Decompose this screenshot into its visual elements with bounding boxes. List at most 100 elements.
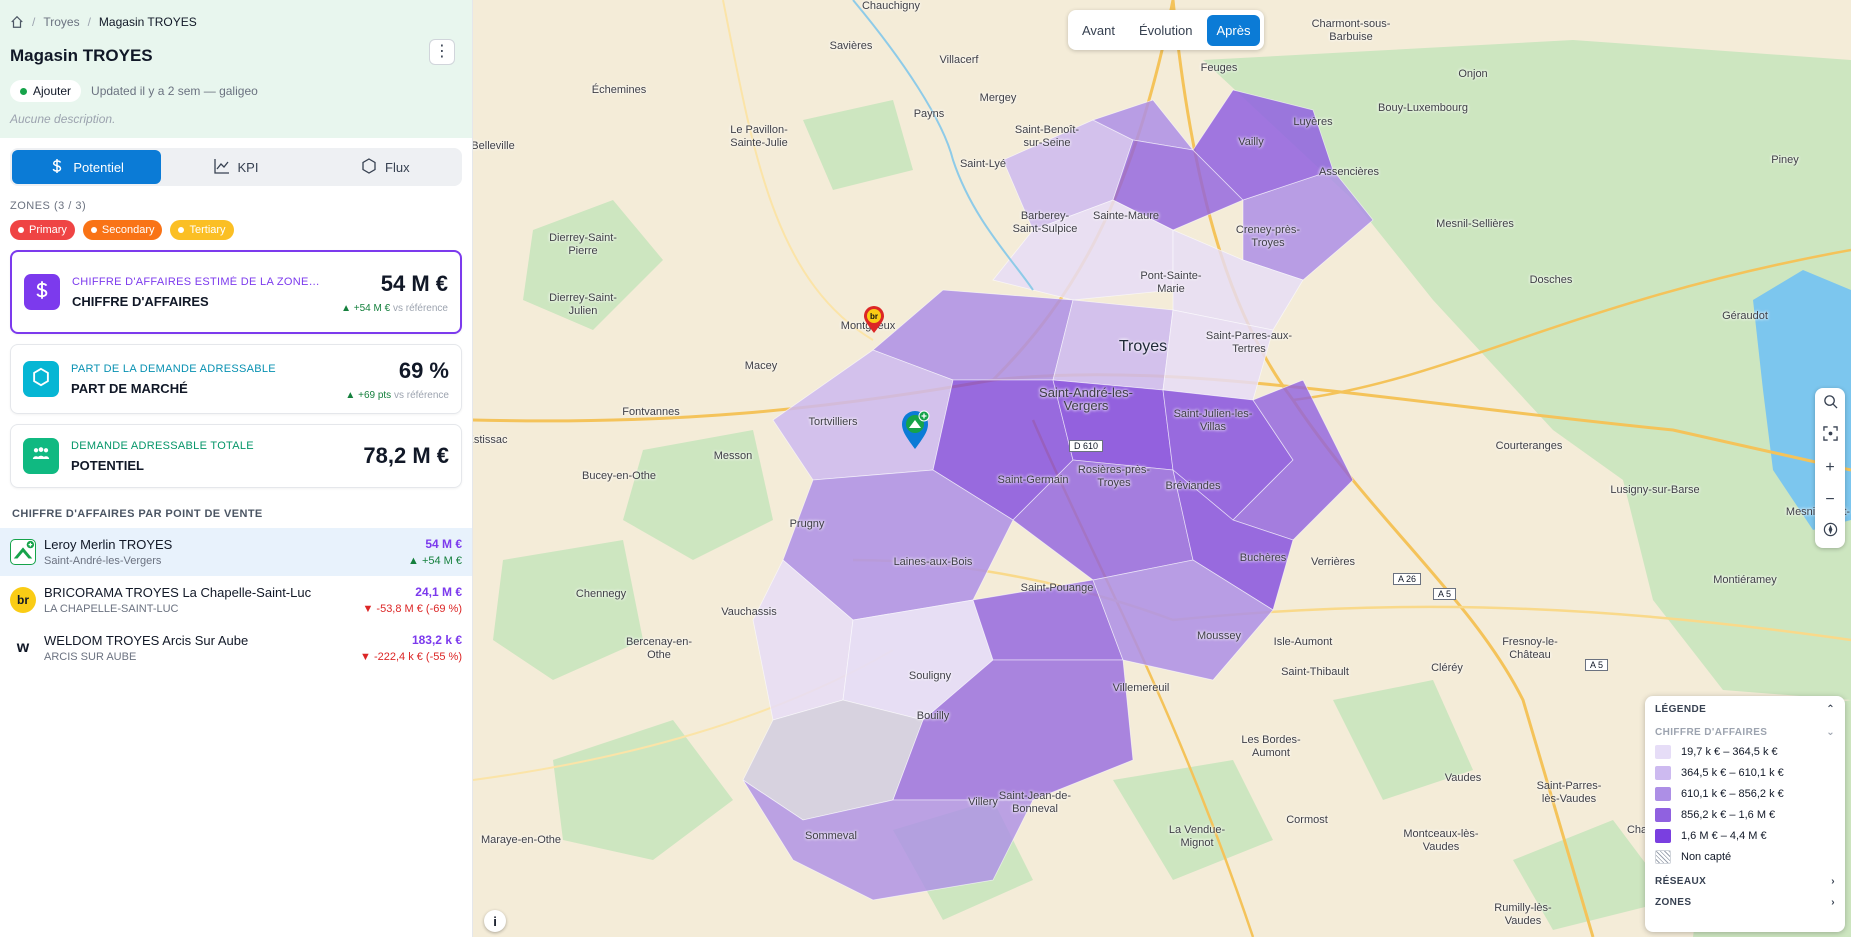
place-label: Montiéramey — [1713, 574, 1777, 586]
list-item-weldom[interactable]: w WELDOM TROYES Arcis Sur Aube ARCIS SUR… — [0, 624, 472, 672]
legend-item-label: 610,1 k € – 856,2 k € — [1681, 788, 1784, 800]
kpi-subtitle: CHIFFRE D'AFFAIRES ESTIMÉ DE LA ZONE ... — [72, 275, 322, 288]
zone-dot-icon — [90, 227, 97, 233]
place-label: Bercenay-en-Othe — [625, 636, 693, 661]
kpi-delta-ref: vs référence — [393, 389, 449, 401]
place-label: Barberey-Saint-Sulpice — [1012, 210, 1078, 235]
legend-item: 610,1 k € – 856,2 k € — [1655, 787, 1835, 801]
kpi-text: CHIFFRE D'AFFAIRES ESTIMÉ DE LA ZONE ...… — [72, 276, 341, 309]
tab-potentiel[interactable]: Potentiel — [12, 150, 162, 184]
weldom-logo-icon: w — [10, 635, 36, 661]
map-pin-icon — [902, 410, 930, 449]
legend-section-title: CHIFFRE D'AFFAIRES — [1655, 727, 1768, 738]
legend-item-label: 856,2 k € – 1,6 M € — [1681, 809, 1776, 821]
updated-text: Updated il y a 2 sem — galigeo — [91, 84, 258, 98]
kpi-delta: ▲ +69 pts vs référence — [345, 390, 449, 401]
dollar-icon — [32, 280, 52, 305]
zone-chip-secondary[interactable]: Secondary — [82, 220, 163, 240]
place-label: Fresnoy-le-Château — [1502, 636, 1558, 661]
legend-hatch-swatch — [1655, 850, 1671, 864]
breadcrumb-item-troyes[interactable]: Troyes — [43, 15, 79, 29]
legend-section-reseaux[interactable]: RÉSEAUX › — [1655, 876, 1835, 887]
legend-section-zones[interactable]: ZONES › — [1655, 897, 1835, 908]
place-label: Saint-Parres-aux-Tertres — [1205, 330, 1293, 355]
period-option-evolution[interactable]: Évolution — [1129, 15, 1202, 46]
place-label: Chennegy — [575, 588, 627, 600]
legend-swatch — [1655, 829, 1671, 843]
place-label: Souligny — [908, 670, 952, 682]
breadcrumb-current: Magasin TROYES — [98, 15, 197, 29]
period-option-avant[interactable]: Avant — [1072, 15, 1125, 46]
legend-header[interactable]: LÉGENDE ⌃ — [1655, 704, 1835, 715]
period-option-apres[interactable]: Après — [1206, 14, 1261, 46]
zoom-out-button[interactable]: − — [1815, 484, 1845, 516]
breadcrumb: / Troyes / Magasin TROYES — [10, 12, 462, 32]
fit-bounds-button[interactable] — [1815, 420, 1845, 452]
legend-item: 1,6 M € – 4,4 M € — [1655, 829, 1835, 843]
pos-text: BRICORAMA TROYES La Chapelle-Saint-Luc L… — [44, 585, 362, 615]
kpi-card-chiffre-affaires[interactable]: CHIFFRE D'AFFAIRES ESTIMÉ DE LA ZONE ...… — [10, 250, 462, 334]
compass-button[interactable] — [1815, 516, 1845, 548]
place-label: Mergey — [979, 92, 1017, 104]
list-item-leroy-merlin[interactable]: Leroy Merlin TROYES Saint-André-les-Verg… — [0, 528, 472, 576]
place-label: Mesnil-Sellières — [1436, 218, 1514, 230]
place-label: Chauchigny — [861, 0, 921, 12]
tab-flux[interactable]: Flux — [311, 150, 460, 184]
search-zoom-icon — [1823, 394, 1838, 414]
zoom-search-button[interactable] — [1815, 388, 1845, 420]
hexagon-icon — [361, 157, 377, 177]
place-label: Moussey — [1196, 630, 1242, 642]
pos-text: WELDOM TROYES Arcis Sur Aube ARCIS SUR A… — [44, 633, 360, 663]
points-of-sale-title: CHIFFRE D'AFFAIRES PAR POINT DE VENTE — [12, 508, 263, 520]
kpi-card-part-de-marche[interactable]: PART DE LA DEMANDE ADRESSABLE PART DE MA… — [10, 344, 462, 414]
status-dot-icon — [20, 87, 27, 95]
zone-chip-primary[interactable]: Primary — [10, 220, 75, 240]
more-options-button[interactable]: ⋮ — [429, 39, 455, 65]
tab-kpi[interactable]: KPI — [161, 150, 310, 184]
zoom-in-button[interactable]: + — [1815, 452, 1845, 484]
pos-delta: ▲ +54 M € — [408, 555, 462, 567]
page-title: Magasin TROYES — [10, 46, 153, 65]
place-label: Pont-Sainte-Marie — [1140, 270, 1202, 295]
status-badge[interactable]: Ajouter — [10, 80, 82, 102]
pos-name: WELDOM TROYES Arcis Sur Aube — [44, 633, 249, 648]
kpi-icon-box — [23, 361, 59, 397]
kpi-delta-ref: vs référence — [392, 302, 448, 314]
legend-section-header[interactable]: CHIFFRE D'AFFAIRES ⌄ — [1655, 727, 1835, 738]
place-label: Creney-près-Troyes — [1235, 224, 1301, 249]
place-label: Sainte-Maure — [1092, 210, 1160, 222]
kpi-delta-value: ▲ +54 M € — [341, 302, 391, 314]
plus-icon: + — [1825, 459, 1835, 476]
attribution-info-button[interactable]: i — [484, 910, 506, 932]
road-shield: A 26 — [1393, 573, 1422, 585]
place-label: Bucey-en-Othe — [582, 470, 656, 482]
list-item-bricorama[interactable]: br BRICORAMA TROYES La Chapelle-Saint-Lu… — [0, 576, 472, 624]
line-chart-icon — [213, 158, 230, 177]
pos-name: Leroy Merlin TROYES — [44, 537, 173, 552]
map-pin-icon: br — [864, 306, 884, 333]
kpi-card-potentiel[interactable]: DEMANDE ADRESSABLE TOTALE POTENTIEL 78,2… — [10, 424, 462, 488]
pos-values: 183,2 k € ▼ -222,4 k € (-55 %) — [360, 633, 462, 663]
legend-swatch — [1655, 808, 1671, 822]
home-icon[interactable] — [10, 15, 24, 29]
kpi-title: CHIFFRE D'AFFAIRES — [72, 293, 209, 309]
kpi-value: 54 M € — [380, 270, 448, 296]
meta-row: Ajouter Updated il y a 2 sem — galigeo — [10, 80, 462, 102]
zone-chip-tertiary[interactable]: Tertiary — [170, 220, 234, 240]
map-marker-bricorama[interactable]: br — [863, 306, 885, 334]
zone-chip-label: Tertiary — [189, 224, 226, 236]
map-marker-leroy-merlin[interactable] — [900, 410, 930, 450]
place-label: Dierrey-Saint-Julien — [549, 292, 617, 317]
legend-title: LÉGENDE — [1655, 704, 1707, 715]
kpi-values: 69 % ▲ +69 pts vs référence — [345, 358, 449, 401]
road-shield: A 5 — [1433, 588, 1457, 600]
place-label: La Vendue-Mignot — [1168, 824, 1226, 849]
place-label: Isle-Aumont — [1273, 636, 1333, 648]
tab-label: KPI — [237, 159, 259, 175]
place-label: Rosières-près-Troyes — [1077, 464, 1151, 489]
kpi-subtitle: DEMANDE ADRESSABLE TOTALE — [71, 439, 254, 452]
chevron-right-icon: › — [1831, 897, 1835, 908]
map-controls: + − — [1815, 388, 1845, 548]
store-header: / Troyes / Magasin TROYES Magasin TROYES… — [0, 0, 472, 138]
map-canvas[interactable]: Chauchigny Savières Villacerf Charmont-s… — [473, 0, 1851, 937]
